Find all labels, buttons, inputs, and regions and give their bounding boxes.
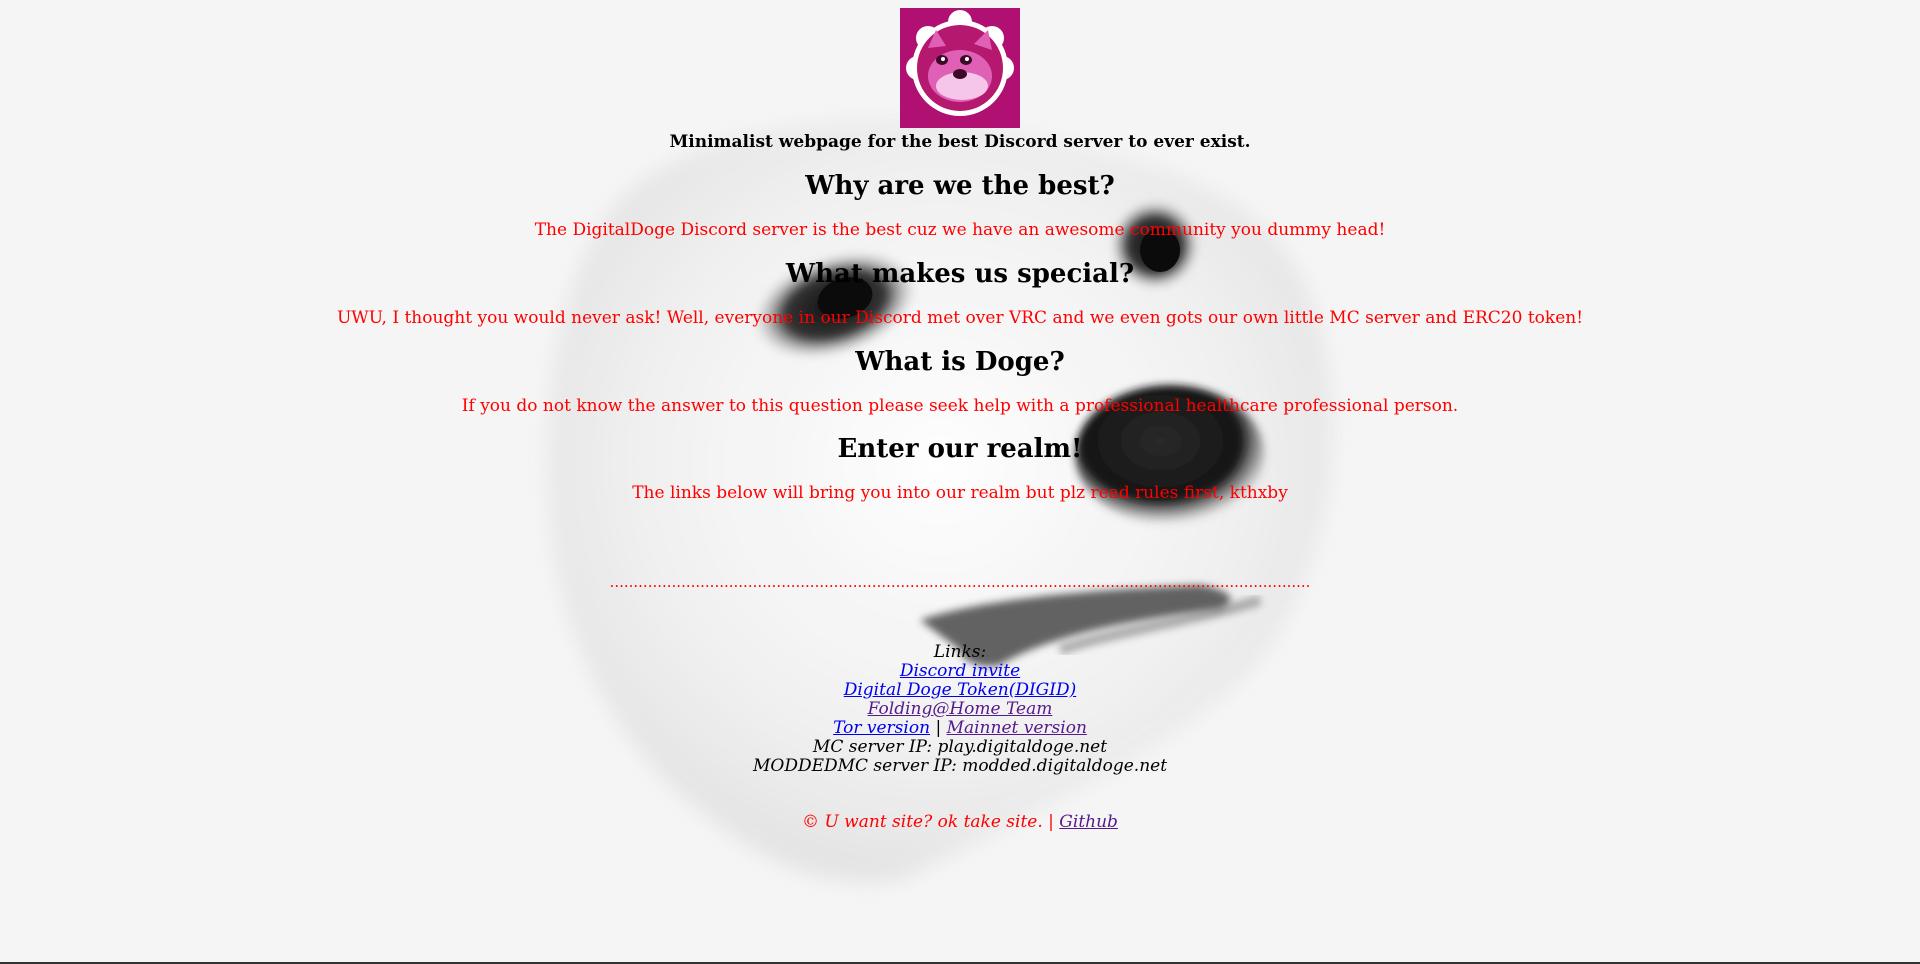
links-label: Links:	[933, 642, 987, 662]
doge-logo-icon	[900, 8, 1020, 128]
discord-invite-link[interactable]: Discord invite	[900, 661, 1020, 681]
text-why-best: The DigitalDoge Discord server is the be…	[534, 220, 1386, 240]
mainnet-version-link[interactable]: Mainnet version	[947, 718, 1087, 738]
modded-server-ip: MODDEDMC server IP: modded.digitaldoge.n…	[752, 756, 1168, 776]
github-link[interactable]: Github	[1059, 812, 1118, 832]
footer: © U want site? ok take site. | Github	[0, 810, 1920, 834]
tor-version-link[interactable]: Tor version	[833, 718, 930, 738]
text-what-doge: If you do not know the answer to this qu…	[461, 396, 1459, 416]
heading-why-best: Why are we the best?	[805, 171, 1115, 201]
footer-text: © U want site? ok take site. |	[802, 812, 1054, 832]
tagline: Minimalist webpage for the best Discord …	[669, 132, 1251, 152]
digital-doge-token-link[interactable]: Digital Doge Token(DIGID)	[844, 680, 1077, 700]
folding-at-home-link[interactable]: Folding@Home Team	[868, 699, 1053, 719]
links-block: Links: Discord invite Digital Doge Token…	[0, 643, 1920, 776]
heading-what-doge: What is Doge?	[855, 347, 1065, 377]
heading-what-special: What makes us special?	[785, 259, 1135, 289]
text-what-special: UWU, I thought you would never ask! Well…	[336, 308, 1584, 328]
heading-enter-realm: Enter our realm!	[837, 434, 1083, 464]
links-separator: |	[935, 718, 942, 738]
mc-server-ip: MC server IP: play.digitaldoge.net	[812, 737, 1108, 757]
dotted-divider: ........................................…	[609, 573, 1311, 591]
text-enter-realm: The links below will bring you into our …	[632, 483, 1288, 503]
